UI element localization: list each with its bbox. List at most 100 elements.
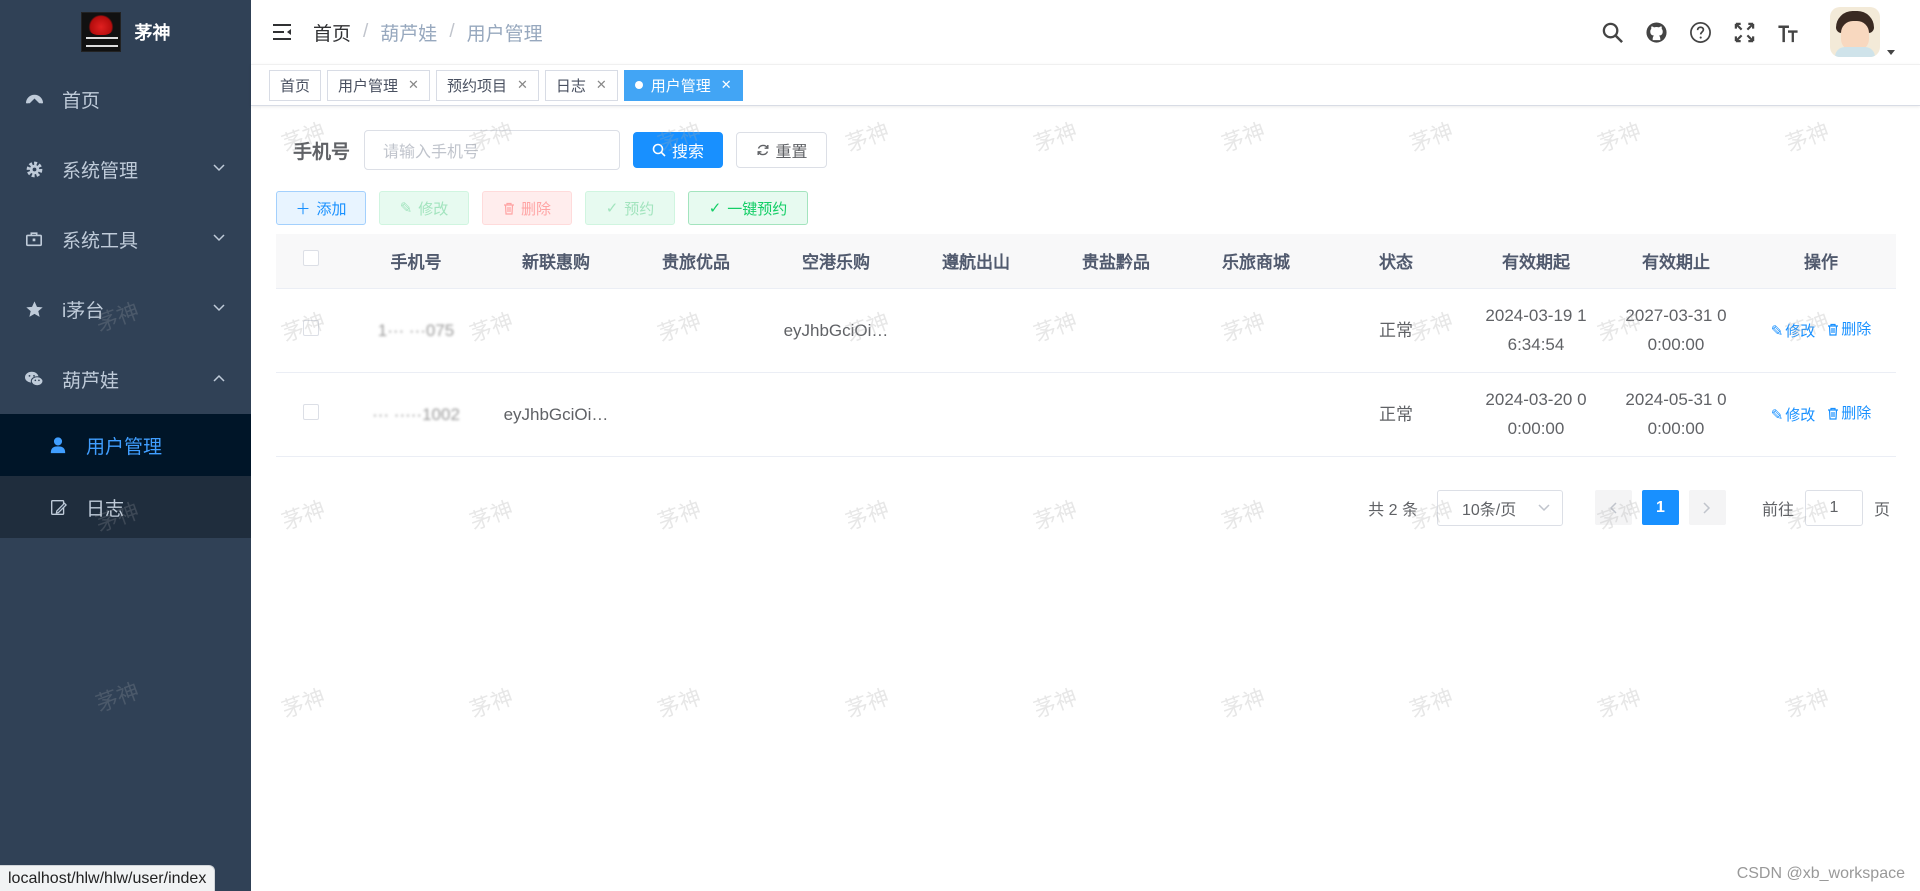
dashboard-icon bbox=[24, 89, 44, 109]
chevron-down-icon bbox=[213, 234, 225, 242]
page-number-button[interactable]: 1 bbox=[1641, 490, 1679, 525]
cell-valid-to: 2027-03-31 0 0:00:00 bbox=[1606, 288, 1746, 373]
table-row: 1··· ···075 eyJhbGciOi… 正常 2024-03-19 1 6… bbox=[276, 288, 1896, 373]
search-button[interactable]: 搜索 bbox=[633, 132, 724, 168]
sidebar-item-imoutai[interactable]: i茅台 bbox=[0, 274, 251, 344]
sidebar-item-label: 日志 bbox=[86, 498, 125, 520]
trash-icon bbox=[503, 202, 514, 215]
row-select-cell bbox=[276, 288, 346, 373]
breadcrumb-huluwa: 葫芦娃 bbox=[380, 23, 438, 45]
chevron-down-icon bbox=[1538, 503, 1550, 511]
next-page-button[interactable] bbox=[1688, 490, 1726, 525]
check-icon: ✓ bbox=[605, 200, 619, 217]
close-icon[interactable]: ✕ bbox=[408, 77, 419, 93]
table-row: ··· ·····1002 eyJhbGciOi… 正常 2024-03-20 … bbox=[276, 372, 1896, 457]
row-edit-link[interactable]: ✎ 修改 bbox=[1771, 317, 1816, 346]
hamburger-icon[interactable] bbox=[271, 21, 293, 43]
column-header: 贵盐黔品 bbox=[1046, 234, 1186, 289]
user-icon bbox=[48, 435, 68, 455]
cell-valid-to: 2024-05-31 0 0:00:00 bbox=[1606, 372, 1746, 457]
tag-user-management-active[interactable]: 用户管理 ✕ bbox=[623, 69, 743, 101]
breadcrumb-home[interactable]: 首页 bbox=[313, 19, 351, 46]
navbar: 首页 / 葫芦娃 / 用户管理 bbox=[251, 0, 1920, 64]
column-header: 空港乐购 bbox=[766, 234, 906, 289]
table-header-row: 手机号 新联惠购 贵旅优品 空港乐购 遵航出山 贵盐黔品 乐旅商城 状态 有效期… bbox=[276, 234, 1896, 289]
help-icon[interactable] bbox=[1688, 20, 1712, 44]
toolbox-icon bbox=[24, 229, 44, 249]
tag-user-management[interactable]: 用户管理 ✕ bbox=[327, 69, 430, 101]
book-button[interactable]: ✓ 预约 bbox=[585, 191, 675, 225]
sidebar-item-label: 系统工具 bbox=[62, 230, 139, 252]
cell-konggang: eyJhbGciOi… bbox=[766, 288, 906, 373]
one-click-book-button[interactable]: ✓ 一键预约 bbox=[688, 191, 808, 225]
check-icon: ✓ bbox=[708, 200, 722, 217]
edit-icon: ✎ bbox=[399, 200, 413, 217]
row-delete-link[interactable]: 删除 bbox=[1827, 315, 1871, 344]
row-edit-link[interactable]: ✎ 修改 bbox=[1771, 401, 1816, 430]
row-edit-label: 修改 bbox=[1785, 322, 1816, 340]
cell-guilv bbox=[626, 372, 766, 457]
row-checkbox[interactable] bbox=[303, 319, 319, 336]
user-avatar-dropdown[interactable] bbox=[1830, 7, 1896, 57]
logo-image bbox=[80, 12, 121, 52]
column-header: 贵旅优品 bbox=[626, 234, 766, 289]
goto-label: 前往 bbox=[1761, 501, 1794, 519]
book-button-label: 预约 bbox=[624, 200, 655, 218]
tag-log[interactable]: 日志 ✕ bbox=[544, 69, 618, 101]
tag-booking-project[interactable]: 预约项目 ✕ bbox=[435, 69, 539, 101]
github-icon[interactable] bbox=[1644, 20, 1668, 44]
prev-page-button[interactable] bbox=[1594, 490, 1632, 525]
cell-status: 正常 bbox=[1326, 372, 1466, 457]
fullscreen-icon[interactable] bbox=[1732, 20, 1756, 44]
cell-value: eyJhbGciOi… bbox=[783, 320, 889, 340]
pagination-total: 共 2 条 bbox=[1368, 501, 1418, 519]
sidebar-logo[interactable]: 茅神 bbox=[0, 0, 251, 64]
sidebar-item-label: 系统管理 bbox=[62, 160, 139, 182]
column-header: 遵航出山 bbox=[906, 234, 1046, 289]
search-form: 手机号 请输入手机号 搜索 重置 bbox=[276, 130, 1895, 170]
chevron-left-icon bbox=[1610, 501, 1617, 514]
delete-button[interactable]: 删除 bbox=[482, 191, 572, 225]
tag-label: 用户管理 bbox=[650, 77, 711, 95]
goto-page-value: 1 bbox=[1829, 498, 1839, 516]
phone-search-input[interactable]: 请输入手机号 bbox=[364, 130, 621, 170]
font-size-icon[interactable] bbox=[1776, 20, 1800, 44]
sidebar-item-log[interactable]: 日志 bbox=[0, 476, 251, 538]
column-header: 状态 bbox=[1326, 234, 1466, 289]
select-all-checkbox[interactable] bbox=[303, 250, 319, 267]
cell-actions: ✎ 修改 删除 bbox=[1746, 288, 1896, 373]
search-icon[interactable] bbox=[1600, 20, 1624, 44]
row-select-cell bbox=[276, 372, 346, 457]
close-icon[interactable]: ✕ bbox=[596, 77, 607, 93]
cell-guiyan bbox=[1046, 372, 1186, 457]
close-icon[interactable]: ✕ bbox=[517, 77, 528, 93]
add-button[interactable]: ＋ 添加 bbox=[276, 191, 366, 225]
cell-actions: ✎ 修改 删除 bbox=[1746, 372, 1896, 457]
sidebar-item-home[interactable]: 首页 bbox=[0, 64, 251, 134]
tag-label: 用户管理 bbox=[338, 77, 399, 95]
edit-button[interactable]: ✎ 修改 bbox=[379, 191, 469, 225]
sidebar-item-system-management[interactable]: 系统管理 bbox=[0, 134, 251, 204]
row-delete-link[interactable]: 删除 bbox=[1827, 399, 1871, 428]
column-header: 乐旅商城 bbox=[1186, 234, 1326, 289]
delete-button-label: 删除 bbox=[520, 200, 551, 218]
tag-home[interactable]: 首页 bbox=[269, 69, 322, 101]
sidebar-item-huluwa[interactable]: 葫芦娃 bbox=[0, 344, 251, 414]
cell-value: eyJhbGciOi… bbox=[503, 404, 609, 424]
sidebar-item-label: i茅台 bbox=[62, 300, 105, 322]
phone-value: 1··· ···075 bbox=[377, 320, 455, 340]
date-part: 0:00:00 bbox=[1647, 419, 1705, 438]
row-delete-label: 删除 bbox=[1841, 404, 1872, 422]
column-header: 新联惠购 bbox=[486, 234, 626, 289]
sidebar-item-user-management[interactable]: 用户管理 bbox=[0, 414, 251, 476]
chevron-up-icon bbox=[213, 374, 225, 382]
page-size-select[interactable]: 10条/页 bbox=[1436, 489, 1563, 526]
tag-label: 首页 bbox=[280, 77, 311, 95]
sidebar-item-system-tools[interactable]: 系统工具 bbox=[0, 204, 251, 274]
tag-label: 日志 bbox=[555, 77, 586, 95]
close-icon[interactable]: ✕ bbox=[721, 77, 732, 93]
reset-button[interactable]: 重置 bbox=[736, 132, 828, 168]
row-checkbox[interactable] bbox=[303, 403, 319, 420]
edit-button-label: 修改 bbox=[418, 200, 449, 218]
goto-page-input[interactable]: 1 bbox=[1804, 489, 1863, 526]
